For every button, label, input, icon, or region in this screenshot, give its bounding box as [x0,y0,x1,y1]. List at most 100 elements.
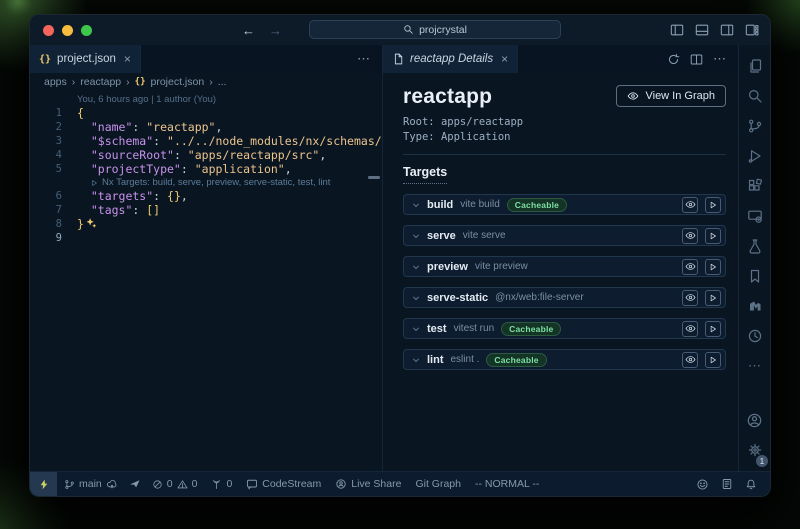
feedback-smiley-icon[interactable] [696,478,709,491]
toggle-secondary-sidebar-icon[interactable] [720,23,734,37]
breadcrumb-item[interactable]: apps [44,76,67,88]
file-icon [392,53,404,65]
extension-status-icon[interactable] [125,478,145,490]
code-line-current[interactable]: 9 [30,231,382,245]
testing-beaker-icon[interactable] [739,231,770,261]
run-target-button[interactable] [705,197,721,213]
forward-arrow-icon[interactable]: → [269,23,282,38]
toggle-panel-icon[interactable] [695,23,709,37]
project-title: reactapp [403,85,492,109]
remote-explorer-icon[interactable] [739,201,770,231]
chevron-down-icon[interactable] [412,294,420,302]
refresh-icon[interactable] [667,53,680,66]
close-window-button[interactable] [43,25,54,36]
scrollbar-thumb[interactable] [368,176,380,179]
codestream-status[interactable]: CodeStream [239,478,328,490]
code-line[interactable]: 5 "projectType": "application", [30,162,382,176]
timeline-icon[interactable] [739,321,770,351]
source-control-icon[interactable] [739,111,770,141]
code-line[interactable]: 7 "tags": [] [30,203,382,217]
run-target-button[interactable] [705,290,721,306]
git-graph-status[interactable]: Git Graph [408,478,468,490]
nx-console-icon[interactable] [739,291,770,321]
gitlens-blame-annotation[interactable]: You, 6 hours ago | 1 author (You) [30,93,382,106]
close-tab-icon[interactable]: × [124,52,131,66]
bookmarks-icon[interactable] [739,261,770,291]
lightning-icon [38,478,50,491]
chevron-down-icon[interactable] [412,263,420,271]
account-icon[interactable] [739,405,770,435]
view-target-button[interactable] [682,290,698,306]
chevron-down-icon[interactable] [412,201,420,209]
breadcrumb-item[interactable]: project.json [151,76,205,88]
more-actions-icon[interactable]: ⋯ [713,51,726,67]
status-bar: main 0 0 0 CodeStream Live Share Git Gra… [30,471,770,496]
view-target-button[interactable] [682,228,698,244]
back-arrow-icon[interactable]: ← [242,23,255,38]
eye-icon [685,199,696,210]
breadcrumb-item[interactable]: reactapp [80,76,121,88]
code-line[interactable]: 3 "$schema": "../../node_modules/nx/sche… [30,134,382,148]
more-actions-icon[interactable]: ⋯ [357,51,370,67]
target-row-lint[interactable]: lint eslint . Cacheable [403,349,726,370]
code-line[interactable]: 1{ [30,106,382,120]
chevron-down-icon[interactable] [412,232,420,240]
extensions-icon[interactable] [739,171,770,201]
settings-gear-icon[interactable]: 1 [739,435,770,465]
run-target-button[interactable] [705,352,721,368]
remote-indicator[interactable] [30,472,57,496]
root-value: apps/reactapp [441,116,523,128]
view-target-button[interactable] [682,352,698,368]
view-in-graph-button[interactable]: View In Graph [616,85,726,107]
close-tab-icon[interactable]: × [501,52,508,66]
maximize-window-button[interactable] [81,25,92,36]
code-editor[interactable]: You, 6 hours ago | 1 author (You) 1{ 2 "… [30,91,382,471]
problems-status[interactable]: 0 0 [145,478,205,490]
view-target-button[interactable] [682,259,698,275]
target-row-serve-static[interactable]: serve-static @nx/web:file-server [403,287,726,308]
target-row-test[interactable]: test vitest run Cacheable [403,318,726,339]
notifications-bell-icon[interactable] [745,478,757,491]
toggle-primary-sidebar-icon[interactable] [670,23,684,37]
code-line[interactable]: 8} [30,217,382,231]
code-line[interactable]: 4 "sourceRoot": "apps/reactapp/src", [30,148,382,162]
split-editor-icon[interactable] [690,53,703,66]
customize-layout-icon[interactable] [745,23,759,37]
play-icon [708,355,718,365]
vscode-window: ← → projcrystal {} project.json × [29,14,771,497]
git-branch-status[interactable]: main [57,478,125,490]
search-icon[interactable] [739,81,770,111]
minimize-window-button[interactable] [62,25,73,36]
command-center-search[interactable]: projcrystal [309,20,561,39]
run-target-button[interactable] [705,321,721,337]
ports-status[interactable]: 0 [204,478,239,490]
chevron-down-icon[interactable] [412,325,420,333]
code-line[interactable]: 2 "name": "reactapp", [30,120,382,134]
settings-badge: 1 [756,455,768,467]
tab-project-json[interactable]: {} project.json × [30,45,141,73]
vim-mode-status[interactable]: -- NORMAL -- [468,478,546,490]
eye-icon [627,90,639,102]
target-row-preview[interactable]: preview vite preview [403,256,726,277]
tab-reactapp-details[interactable]: reactapp Details × [383,45,518,73]
target-row-build[interactable]: build vite build Cacheable [403,194,726,215]
live-share-icon [335,478,347,490]
run-target-button[interactable] [705,228,721,244]
code-line[interactable]: 6 "targets": {}, [30,189,382,203]
sparkle-icon[interactable] [86,217,97,229]
formatter-icon[interactable] [721,478,733,490]
nx-targets-codelens[interactable]: Nx Targets: build, serve, preview, serve… [30,176,382,189]
view-target-button[interactable] [682,321,698,337]
chevron-down-icon[interactable] [412,356,420,364]
run-target-button[interactable] [705,259,721,275]
liveshare-status[interactable]: Live Share [328,478,408,490]
error-icon [152,479,163,490]
view-target-button[interactable] [682,197,698,213]
line-number: 9 [30,231,62,245]
target-row-serve[interactable]: serve vite serve [403,225,726,246]
explorer-icon[interactable] [739,51,770,81]
breadcrumb-item[interactable]: ... [218,76,227,88]
run-debug-icon[interactable] [739,141,770,171]
more-views-icon[interactable]: ⋯ [739,351,770,381]
run-codelens-icon [90,179,98,187]
